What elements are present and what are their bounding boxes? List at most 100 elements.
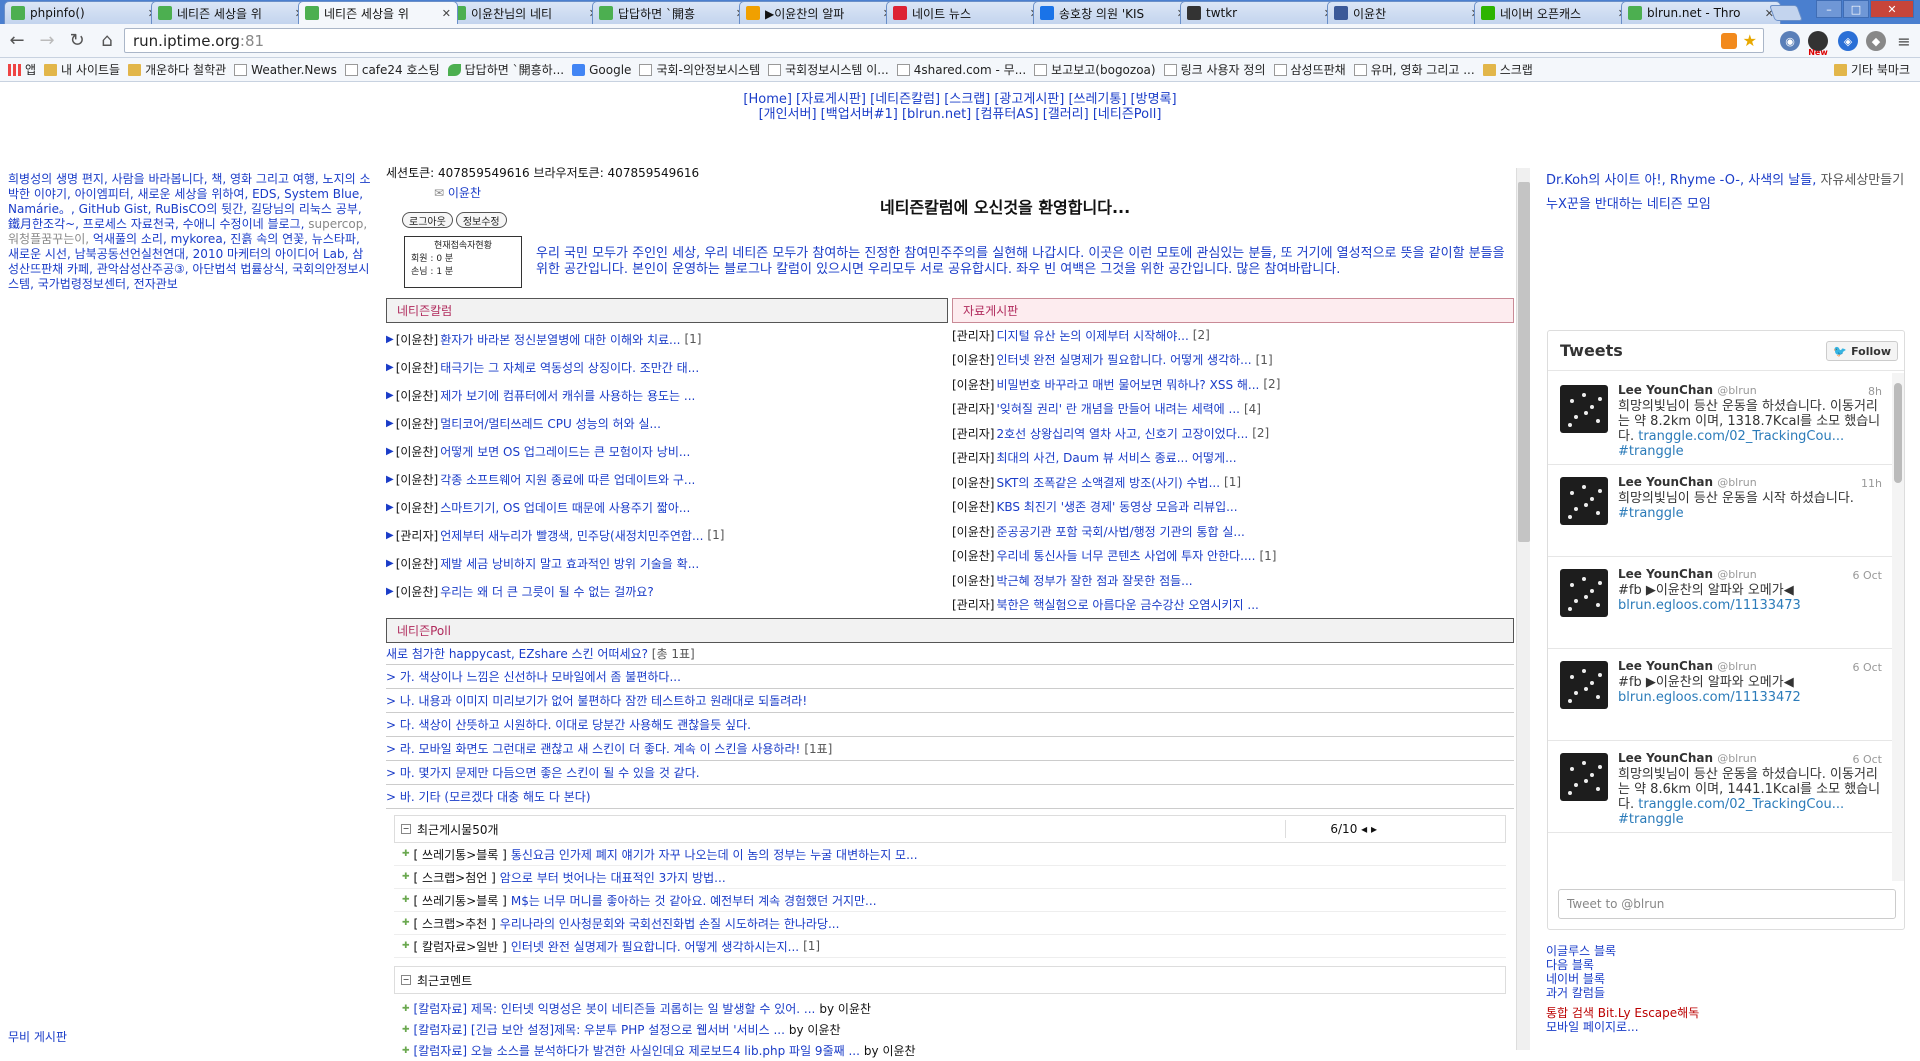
list-item[interactable]: ▶ [이윤찬] 멀티코어/멀티쓰레드 CPU 성능의 허와 실... (386, 409, 948, 437)
bookmark-star-icon[interactable]: ★ (1743, 31, 1757, 50)
list-item[interactable]: ▶ [이윤찬] 우리는 왜 더 큰 그릇이 될 수 없는 걸까요? (386, 577, 948, 605)
list-item[interactable]: ▶ [이윤찬] 태극기는 그 자체로 역동성의 상징이다. 조만간 태... (386, 353, 948, 381)
tweet-author[interactable]: Lee YounChan @blrun (1618, 475, 1882, 489)
list-item[interactable]: [관리자] 디지털 유산 논의 이제부터 시작해야... [2] (952, 323, 1514, 348)
list-item[interactable]: [이윤찬] SKT의 조폭같은 소액결제 방조(사기) 수법... [1] (952, 470, 1514, 495)
tweet-link[interactable]: #tranggle (1618, 506, 1684, 521)
tab-2[interactable]: 네티즌 세상을 위 ✕ (298, 1, 458, 24)
poll-option[interactable]: > 마. 몇가지 문제만 다듬으면 좋은 스킨이 될 수 있을 것 같다. (386, 761, 1514, 785)
tab-9[interactable]: 이윤찬✕ (1327, 1, 1487, 24)
poll-option[interactable]: > 다. 색상이 산뜻하고 시원하다. 이대로 당분간 사용해도 괜찮을듯 싶다… (386, 713, 1514, 737)
list-item[interactable]: [이윤찬] KBS 최진기 '생존 경제' 동영상 모음과 리뷰입... (952, 495, 1514, 520)
extension-new-icon[interactable]: New (1808, 31, 1828, 57)
user-name[interactable]: ✉ 이윤찬 (434, 184, 481, 201)
tweets-scroll-thumb[interactable] (1894, 383, 1902, 483)
item-title[interactable]: 태극기는 그 자체로 역동성의 상징이다. 조만간 태... (440, 359, 699, 376)
tab-8[interactable]: twtkr✕ (1180, 1, 1340, 24)
list-item[interactable]: ▶ [이윤찬] 환자가 바라본 정신분열병에 대한 이해와 치료... [1] (386, 325, 948, 353)
recent-pager[interactable]: 6/10 ◂ ▸ (1285, 820, 1377, 838)
collapse-icon[interactable]: − (401, 824, 411, 834)
list-item[interactable]: ▶ [관리자] 언제부터 새누리가 빨갱색, 민주당(새정치민주연합... [1] (386, 521, 948, 549)
item-title[interactable]: 비밀번호 바꾸라고 매번 물어보면 뭐하나? XSS 해... (996, 376, 1259, 393)
tweet-time[interactable]: 6 Oct (1852, 661, 1882, 674)
recent-title[interactable]: 인터넷 완전 실명제가 필요합니다. 어떻게 생각하시는지... (511, 938, 799, 955)
tab-11[interactable]: blrun.net - Thro ✕ (1621, 1, 1781, 24)
poll-header[interactable]: 네티즌Poll (386, 618, 1514, 643)
item-title[interactable]: 어떻게 보면 OS 업그레이드는 큰 모험이자 낭비... (440, 443, 690, 460)
item-title[interactable]: 제가 보기에 컴퓨터에서 캐쉬를 사용하는 용도는 ... (440, 387, 695, 404)
follow-button[interactable]: 🐦 Follow (1826, 341, 1898, 361)
bookmark-3[interactable]: Weather.News (234, 63, 337, 77)
list-item[interactable]: [이윤찬] 박근혜 정부가 잘한 점과 잘못한 점들... (952, 568, 1514, 593)
tweet-time[interactable]: 8h (1868, 385, 1882, 398)
item-title[interactable]: 박근혜 정부가 잘한 점과 잘못한 점들... (996, 572, 1192, 589)
close-tab-icon[interactable]: ✕ (442, 7, 451, 20)
item-title[interactable]: KBS 최진기 '생존 경제' 동영상 모음과 리뷰입... (996, 498, 1237, 515)
comment-row[interactable]: ✚ [칼럼자료] 오늘 소스를 분석하다가 발견한 사실인데요 제로보드4 lib… (394, 1040, 1506, 1061)
avatar[interactable] (1560, 477, 1608, 525)
item-title[interactable]: 디지털 유산 논의 이제부터 시작해야... (996, 327, 1188, 344)
list-item[interactable]: [관리자] 최대의 사건, Daum 뷰 서비스 종료... 어떻게... (952, 446, 1514, 471)
bookmark-5[interactable]: 답답하면 `開흥하... (447, 61, 564, 78)
bookmark-9[interactable]: 4shared.com - 무... (896, 61, 1026, 78)
item-title[interactable]: 스마트기기, OS 업데이트 때문에 사용주기 짧아... (440, 499, 690, 516)
table-row[interactable]: ✚[ 스크랩>추천 ] 우리나라의 인사청문회와 국회선진화법 손질 시도하려는 … (394, 912, 1506, 935)
bookmark-7[interactable]: 국회-의안정보시스템 (639, 61, 760, 78)
tweets-scrollbar[interactable] (1892, 373, 1904, 881)
tweet-link[interactable]: blrun.egloos.com/11133473 (1618, 598, 1801, 613)
item-title[interactable]: 언제부터 새누리가 빨갱색, 민주당(새정치민주연합... (440, 527, 703, 544)
bookmark-4[interactable]: cafe24 호스팅 (344, 61, 440, 78)
close-window-icon[interactable]: ✕ (1870, 0, 1914, 18)
right-bottom-link[interactable]: 다음 블록 (1546, 958, 1699, 972)
tweet-author[interactable]: Lee YounChan @blrun (1618, 751, 1882, 765)
collapse-icon[interactable]: − (401, 975, 411, 985)
bookmark-10[interactable]: 보고보고(bogozoa) (1034, 61, 1156, 78)
bookmark-2[interactable]: 개운하다 철학관 (128, 61, 226, 78)
tweet-author[interactable]: Lee YounChan @blrun (1618, 659, 1882, 673)
scrollbar-thumb[interactable] (1518, 182, 1530, 542)
bookmark-12[interactable]: 삼성뜨판채 (1273, 61, 1346, 78)
tab-1[interactable]: 네티즌 세상을 위✕ (151, 1, 311, 24)
right-links[interactable]: Dr.Koh의 사이트 아!, Rhyme -O-, 사색의 날들, (1546, 173, 1820, 188)
rss-icon[interactable] (1721, 32, 1737, 49)
tab-3[interactable]: 이윤찬님의 네티 ✕ (445, 1, 605, 24)
page-scrollbar[interactable] (1516, 168, 1530, 1050)
poll-option[interactable]: > 바. 기타 (모르겠다 대충 해도 다 본다) (386, 785, 1514, 809)
right-bottom-link[interactable]: 이글루스 블록 (1546, 944, 1699, 958)
item-title[interactable]: 최대의 사건, Daum 뷰 서비스 종료... 어떻게... (996, 449, 1236, 466)
menu-icon[interactable]: ≡ (1894, 31, 1914, 51)
tweet-time[interactable]: 6 Oct (1852, 753, 1882, 766)
tweet-item[interactable]: Lee YounChan @blrun 6 Oct 희망의빛님이 등산 운동을 하셨… (1548, 741, 1892, 833)
item-title[interactable]: '잊혀질 권리' 란 개념을 만들어 내려는 세력에 ... (996, 400, 1239, 417)
bookmark-0[interactable]: 앱 (8, 61, 36, 78)
extension-2-icon[interactable]: ◈ (1838, 31, 1858, 51)
bookmark-13[interactable]: 유머, 영화 그리고 ... (1353, 61, 1475, 78)
list-item[interactable]: [관리자] 북한은 핵실험으로 아름다운 금수강산 오염시키지 ... (952, 593, 1514, 618)
table-row[interactable]: ✚[ 스크랩>첨언 ] 암으로 부터 벗어나는 대표적인 3가지 방법... (394, 866, 1506, 889)
item-title[interactable]: 각종 소프트웨어 지원 종료에 따른 업데이트와 구... (440, 471, 695, 488)
recent-title[interactable]: 우리나라의 인사청문회와 국회선진화법 손질 시도하려는 한나라당... (500, 915, 840, 932)
tweet-time[interactable]: 6 Oct (1852, 569, 1882, 582)
item-title[interactable]: 2호선 상왕십리역 열차 사고, 신호기 고장이었다... (996, 425, 1248, 442)
tweet-link[interactable]: tranggle.com/02_TrackingCou... #tranggle (1618, 797, 1844, 827)
table-row[interactable]: ✚[ 쓰레기통>블록 ] M$는 너무 머니를 좋아하는 것 같아요. 예전부터 … (394, 889, 1506, 912)
item-title[interactable]: 우리는 왜 더 큰 그릇이 될 수 없는 걸까요? (440, 583, 654, 600)
bitly-link[interactable]: 통합 검색 Bit.Ly Escape해독 (1546, 1006, 1699, 1020)
logout-button[interactable]: 로그아웃 (402, 212, 453, 228)
list-item[interactable]: ▶ [이윤찬] 각종 소프트웨어 지원 종료에 따른 업데이트와 구... (386, 465, 948, 493)
tab-4[interactable]: 답답하면 `開흥✕ (592, 1, 752, 24)
back-icon[interactable]: ← (4, 28, 30, 54)
comment-row[interactable]: ✚ [칼럼자료] [긴급 보안 설정]제목: 우분투 PHP 설정으로 웹서버 '… (394, 1019, 1506, 1040)
tweet-time[interactable]: 11h (1861, 477, 1882, 490)
item-title[interactable]: SKT의 조폭같은 소액결제 방조(사기) 수법... (996, 474, 1220, 491)
tweet-author[interactable]: Lee YounChan @blrun (1618, 567, 1882, 581)
bookmark-6[interactable]: Google (572, 63, 631, 77)
list-item[interactable]: [이윤찬] 우리네 통신사들 너무 콘텐츠 사업에 투자 안한다.... [1] (952, 544, 1514, 569)
list-item[interactable]: ▶ [이윤찬] 제발 세금 낭비하지 말고 효과적인 방위 기술을 확... (386, 549, 948, 577)
list-item[interactable]: [이윤찬] 인터넷 완전 실명제가 필요합니다. 어떻게 생각하... [1] (952, 348, 1514, 373)
list-item[interactable]: [관리자] 2호선 상왕십리역 열차 사고, 신호기 고장이었다... [2] (952, 421, 1514, 446)
list-item[interactable]: ▶ [이윤찬] 제가 보기에 컴퓨터에서 캐쉬를 사용하는 용도는 ... (386, 381, 948, 409)
poll-option[interactable]: > 가. 색상이나 느낌은 신선하나 모바일에서 좀 불편하다... (386, 665, 1514, 689)
tab-10[interactable]: 네이버 오픈캐스✕ (1474, 1, 1634, 24)
forward-icon[interactable]: → (34, 28, 60, 54)
